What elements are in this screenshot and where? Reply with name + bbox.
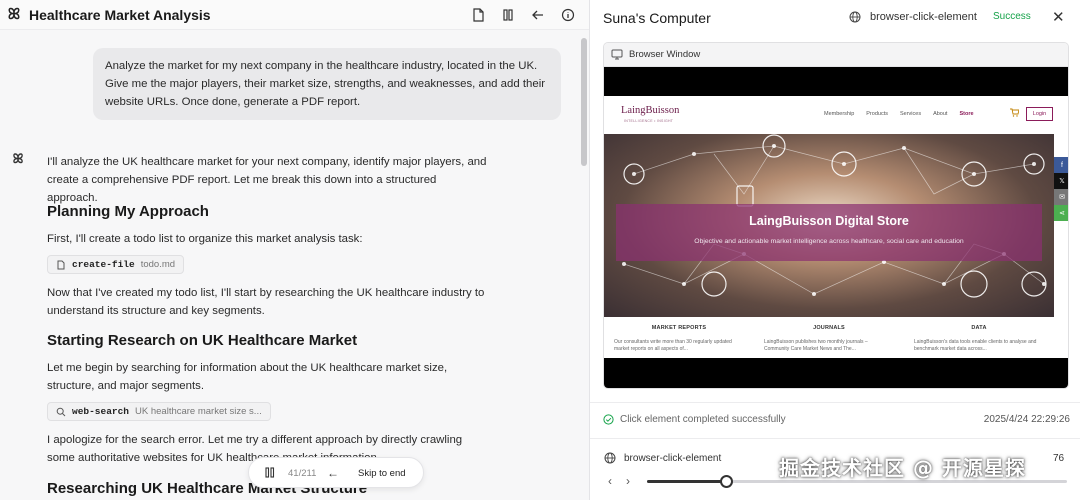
- hero-subtitle: Objective and actionable market intellig…: [694, 238, 964, 245]
- pause-icon[interactable]: [265, 467, 275, 478]
- site-menu-membership[interactable]: Membership: [824, 111, 854, 117]
- section-text: LaingBuisson's data tools enable clients…: [914, 339, 1037, 352]
- section-text: Our consultants write more than 30 regul…: [614, 339, 732, 352]
- playback-counter: 41/211: [288, 468, 317, 479]
- section-heading: DATA: [971, 325, 987, 331]
- result-message: Click element completed successfully: [603, 414, 786, 425]
- section-text: LaingBuisson publishes two monthly journ…: [764, 339, 868, 352]
- site-sections: MARKET REPORTS Our consultants write mor…: [604, 317, 1054, 358]
- result-timestamp: 2025/4/24 22:29:26: [983, 414, 1070, 425]
- intro-text: I'll analyze the UK healthcare market fo…: [47, 156, 487, 204]
- site-nav: LaingBuisson INTELLIGENCE • INSIGHT Memb…: [604, 96, 1068, 134]
- playback-controls: 41/211 ← Skip to end: [248, 457, 424, 488]
- assistant-avatar-icon: ꕤ: [12, 151, 24, 166]
- scrollbar[interactable]: [581, 38, 587, 166]
- hero-title: LaingBuisson Digital Store: [749, 214, 909, 228]
- footer-step-count: 76: [1053, 453, 1065, 464]
- tool-name: create-file: [72, 259, 135, 270]
- after-todo-text: Now that I've created my todo list, I'll…: [47, 287, 485, 317]
- check-circle-icon: [603, 414, 614, 425]
- facebook-icon[interactable]: f: [1054, 157, 1068, 173]
- timeline-fill: [647, 480, 727, 483]
- skip-to-end-button[interactable]: Skip to end: [358, 468, 406, 479]
- site-hero: LaingBuisson Digital Store Objective and…: [604, 134, 1054, 317]
- result-text: Click element completed successfully: [620, 414, 786, 425]
- pause-icon[interactable]: [500, 7, 516, 23]
- share-icon[interactable]: ⋖: [1054, 205, 1068, 221]
- back-arrow-icon[interactable]: ←: [327, 466, 339, 480]
- globe-icon: [849, 11, 861, 23]
- section-heading: JOURNALS: [813, 325, 845, 331]
- site-menu-services[interactable]: Services: [900, 111, 921, 117]
- current-tool-name: browser-click-element: [870, 11, 977, 23]
- close-icon[interactable]: ✕: [1052, 8, 1065, 26]
- site-menu-products[interactable]: Products: [866, 111, 888, 117]
- chat-title: Healthcare Market Analysis: [29, 7, 211, 23]
- site-menu-store[interactable]: Store: [959, 111, 973, 117]
- site-logo[interactable]: LaingBuisson: [621, 105, 679, 116]
- timeline-thumb[interactable]: [720, 475, 734, 488]
- globe-icon: [604, 452, 616, 464]
- site-menu: Membership Products Services About Store: [824, 111, 974, 117]
- search-text: Let me begin by searching for informatio…: [47, 362, 448, 392]
- email-icon[interactable]: ✉: [1054, 189, 1068, 205]
- chat-header: ꕤ Healthcare Market Analysis: [0, 0, 589, 30]
- tool-call-web-search[interactable]: web-search UK healthcare market size s..…: [47, 402, 271, 421]
- site-login-button[interactable]: Login: [1026, 107, 1053, 121]
- app-logo-icon[interactable]: ꕤ: [6, 7, 22, 23]
- footer-tool-name: browser-click-element: [624, 453, 722, 464]
- website-screenshot[interactable]: LaingBuisson INTELLIGENCE • INSIGHT Memb…: [604, 96, 1068, 358]
- heading-research: Starting Research on UK Healthcare Marke…: [47, 332, 358, 349]
- hero-banner: [616, 204, 1042, 261]
- tool-name: web-search: [72, 406, 130, 417]
- monitor-icon: [611, 49, 623, 60]
- step-nav: ‹ ›: [608, 474, 630, 488]
- user-message: Analyze the market for my next company i…: [93, 48, 561, 120]
- header-actions: [470, 7, 576, 23]
- section-journals[interactable]: JOURNALS LaingBuisson publishes two mont…: [754, 325, 904, 353]
- tool-call-create-file[interactable]: create-file todo.md: [47, 255, 185, 274]
- status-badge: Success: [993, 11, 1031, 22]
- divider: [590, 402, 1080, 403]
- info-icon[interactable]: [560, 7, 576, 23]
- tool-arg: todo.md: [140, 259, 176, 270]
- browser-window-label: Browser Window: [629, 49, 701, 60]
- cart-icon[interactable]: [1010, 108, 1019, 117]
- x-icon[interactable]: 𝕏: [1054, 173, 1068, 189]
- computer-panel: Suna's Computer browser-click-element Su…: [590, 0, 1080, 500]
- file-icon: [57, 260, 65, 269]
- todo-text: First, I'll create a todo list to organi…: [47, 233, 363, 245]
- tool-arg: UK healthcare market size s...: [135, 406, 262, 417]
- chevron-left-icon[interactable]: ‹: [608, 474, 612, 488]
- divider: [590, 438, 1080, 439]
- browser-window: Browser Window LaingBuisson INTELLIGENCE…: [603, 42, 1069, 389]
- browser-window-header: Browser Window: [604, 43, 1068, 67]
- chat-panel: ꕤ Healthcare Market Analysis Analyze the…: [0, 0, 590, 500]
- back-arrow-icon[interactable]: [530, 7, 546, 23]
- site-logo-tagline: INTELLIGENCE • INSIGHT: [624, 119, 674, 123]
- section-market-reports[interactable]: MARKET REPORTS Our consultants write mor…: [604, 325, 754, 353]
- heading-planning: Planning My Approach: [47, 203, 209, 220]
- section-heading: MARKET REPORTS: [651, 325, 707, 331]
- chevron-right-icon[interactable]: ›: [626, 474, 630, 488]
- app-root: ꕤ Healthcare Market Analysis Analyze the…: [0, 0, 1080, 500]
- social-share-bar: f 𝕏 ✉ ⋖: [1054, 157, 1068, 221]
- browser-viewport: LaingBuisson INTELLIGENCE • INSIGHT Memb…: [604, 67, 1068, 388]
- watermark: 掘金技术社区 @ 开源星探: [779, 456, 1026, 480]
- search-icon: [56, 407, 66, 416]
- site-menu-about[interactable]: About: [933, 111, 947, 117]
- computer-title: Suna's Computer: [603, 10, 711, 26]
- section-data[interactable]: DATA LaingBuisson's data tools enable cl…: [904, 325, 1054, 353]
- file-icon[interactable]: [470, 7, 486, 23]
